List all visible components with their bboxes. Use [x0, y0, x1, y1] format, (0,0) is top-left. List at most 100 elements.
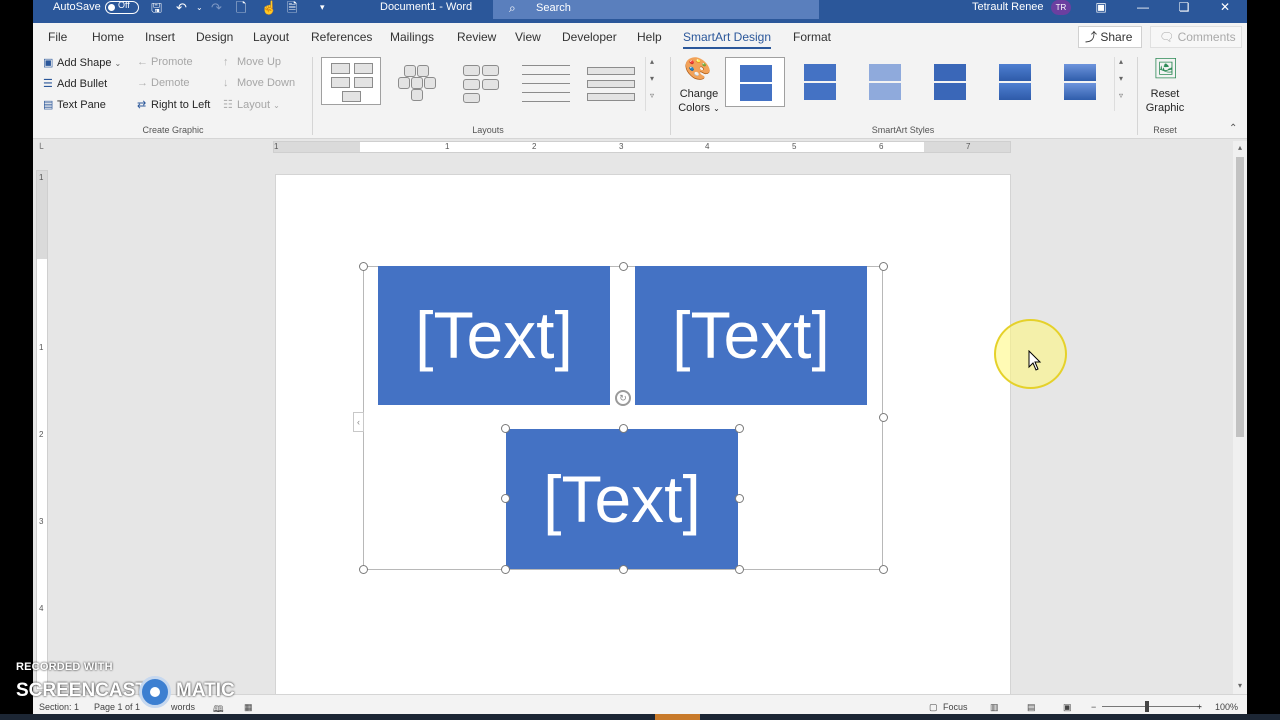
shape-resize-handle[interactable] [501, 565, 510, 574]
autosave-toggle[interactable]: Off [105, 0, 139, 14]
smartart-shape-2[interactable]: [Text] [635, 266, 867, 405]
resize-handle[interactable] [359, 565, 368, 574]
tab-layout[interactable]: Layout [253, 30, 289, 44]
gallery-more-icon[interactable]: ▿ [1115, 91, 1127, 100]
tab-home[interactable]: Home [92, 30, 124, 44]
resize-handle[interactable] [879, 413, 888, 422]
close-icon[interactable]: ✕ [1205, 0, 1245, 16]
move-down-button[interactable]: ↓ Move Down [223, 77, 295, 89]
resize-handle[interactable] [359, 262, 368, 271]
zoom-in-icon[interactable]: + [1197, 702, 1202, 712]
scrollbar-thumb[interactable] [1236, 157, 1244, 437]
print-layout-icon[interactable]: ▤ [1027, 702, 1036, 713]
scroll-up-icon[interactable]: ▴ [646, 57, 658, 66]
web-layout-icon[interactable]: ▣ [1063, 702, 1072, 713]
reset-graphic-icon[interactable]: 🖼 [1153, 57, 1178, 81]
tab-file[interactable]: File [48, 30, 67, 44]
word-count[interactable]: words [171, 702, 195, 712]
scroll-up-icon[interactable]: ▴ [1115, 57, 1127, 66]
style-option-moderate[interactable] [920, 57, 980, 107]
style-option-white-outline[interactable] [790, 57, 850, 107]
search-box[interactable]: ⌕ Search [493, 0, 819, 19]
shape-resize-handle[interactable] [619, 565, 628, 574]
palette-icon[interactable]: 🎨 [684, 57, 711, 81]
tab-smartart-design[interactable]: SmartArt Design [683, 30, 772, 49]
tab-help[interactable]: Help [637, 30, 662, 44]
ribbon-display-icon[interactable]: ▣ [1081, 0, 1121, 16]
layouts-gallery-scroll[interactable]: ▴ ▾ ▿ [645, 57, 658, 111]
save-icon[interactable]: 🖫 [151, 1, 162, 14]
layout-option-rounded-blocks[interactable] [451, 57, 511, 105]
taskbar-active-app[interactable] [655, 714, 700, 720]
tab-mailings[interactable]: Mailings [390, 30, 434, 44]
change-colors-button[interactable]: Change Colors ⌄ [673, 87, 725, 116]
horizontal-ruler[interactable]: 1 1 2 3 4 5 6 7 [273, 141, 1011, 153]
share-button[interactable]: ⤴ Share [1078, 26, 1142, 48]
zoom-slider-thumb[interactable] [1145, 701, 1149, 712]
tab-design[interactable]: Design [196, 30, 233, 44]
layout-option-lined-list[interactable] [516, 57, 576, 105]
shape-resize-handle[interactable] [735, 424, 744, 433]
layout-option-hexagon[interactable] [386, 57, 446, 105]
style-option-simple-fill[interactable] [725, 57, 785, 107]
macro-recording-icon[interactable]: ▦ [244, 702, 253, 713]
collapse-ribbon-icon[interactable]: ⌃ [1229, 123, 1237, 134]
demote-button[interactable]: → Demote [137, 77, 190, 89]
text-pane-button[interactable]: ▤ Text Pane [43, 98, 106, 111]
document-page[interactable]: ‹ [Text] [Text] [Text] ↻ [275, 174, 1011, 714]
vertical-scrollbar[interactable]: ▴ ▾ [1233, 141, 1247, 694]
redo-icon[interactable]: ↷ [211, 1, 222, 14]
gallery-more-icon[interactable]: ▿ [646, 91, 658, 100]
reset-graphic-button[interactable]: Reset Graphic [1139, 87, 1191, 115]
focus-button[interactable]: Focus [943, 702, 968, 712]
shape-resize-handle[interactable] [619, 424, 628, 433]
restore-icon[interactable]: ❏ [1164, 0, 1204, 16]
page-indicator[interactable]: Page 1 of 1 [94, 702, 140, 712]
style-option-subtle[interactable] [855, 57, 915, 107]
rotate-handle-icon[interactable]: ↻ [615, 390, 631, 406]
undo-dropdown-icon[interactable]: ⌄ [196, 1, 203, 14]
resize-handle[interactable] [879, 262, 888, 271]
smartart-frame[interactable]: ‹ [Text] [Text] [Text] ↻ [353, 262, 888, 574]
tab-references[interactable]: References [311, 30, 372, 44]
user-name[interactable]: Tetrault Renee [972, 0, 1044, 23]
focus-icon[interactable]: ▢ [929, 702, 938, 713]
scroll-up-arrow-icon[interactable]: ▴ [1233, 143, 1247, 152]
touch-mode-icon[interactable]: ☝ [261, 1, 277, 14]
minimize-icon[interactable]: — [1123, 0, 1163, 16]
document-icon[interactable]: 🗋 [236, 1, 246, 14]
scroll-down-arrow-icon[interactable]: ▾ [1233, 681, 1247, 690]
vertical-ruler[interactable]: 1 1 2 3 4 [36, 170, 48, 690]
tab-review[interactable]: Review [457, 30, 496, 44]
layout-option-basic-block[interactable] [321, 57, 381, 105]
text-pane-toggle-icon[interactable]: ‹ [353, 412, 364, 432]
layout-option-stacked-list[interactable] [581, 57, 641, 105]
section-indicator[interactable]: Section: 1 [39, 702, 79, 712]
resize-handle[interactable] [619, 262, 628, 271]
shape-resize-handle[interactable] [501, 494, 510, 503]
add-bullet-button[interactable]: ☰ Add Bullet [43, 77, 107, 90]
print-preview-icon[interactable]: 🗎 [287, 1, 297, 14]
tab-view[interactable]: View [515, 30, 541, 44]
comments-button[interactable]: 🗨 Comments [1150, 26, 1242, 48]
zoom-out-icon[interactable]: − [1091, 702, 1096, 712]
tab-insert[interactable]: Insert [145, 30, 175, 44]
smartart-shape-3[interactable]: [Text] [506, 429, 738, 569]
shape-resize-handle[interactable] [735, 565, 744, 574]
styles-gallery-scroll[interactable]: ▴ ▾ ▿ [1114, 57, 1127, 111]
read-mode-icon[interactable]: ▥ [990, 702, 999, 713]
customize-qat-icon[interactable]: ▾ [320, 1, 325, 14]
shape-resize-handle[interactable] [501, 424, 510, 433]
scroll-down-icon[interactable]: ▾ [1115, 74, 1127, 83]
resize-handle[interactable] [879, 565, 888, 574]
tab-developer[interactable]: Developer [562, 30, 617, 44]
right-to-left-button[interactable]: ⇄ Right to Left [137, 98, 210, 111]
undo-icon[interactable]: ↶ [176, 1, 187, 14]
shape-resize-handle[interactable] [735, 494, 744, 503]
tab-format[interactable]: Format [793, 30, 831, 44]
promote-button[interactable]: ← Promote [137, 56, 193, 68]
style-option-intense[interactable] [985, 57, 1045, 107]
zoom-slider[interactable] [1102, 706, 1201, 707]
scroll-down-icon[interactable]: ▾ [646, 74, 658, 83]
add-shape-button[interactable]: ▣ Add Shape ⌄ [43, 56, 121, 69]
